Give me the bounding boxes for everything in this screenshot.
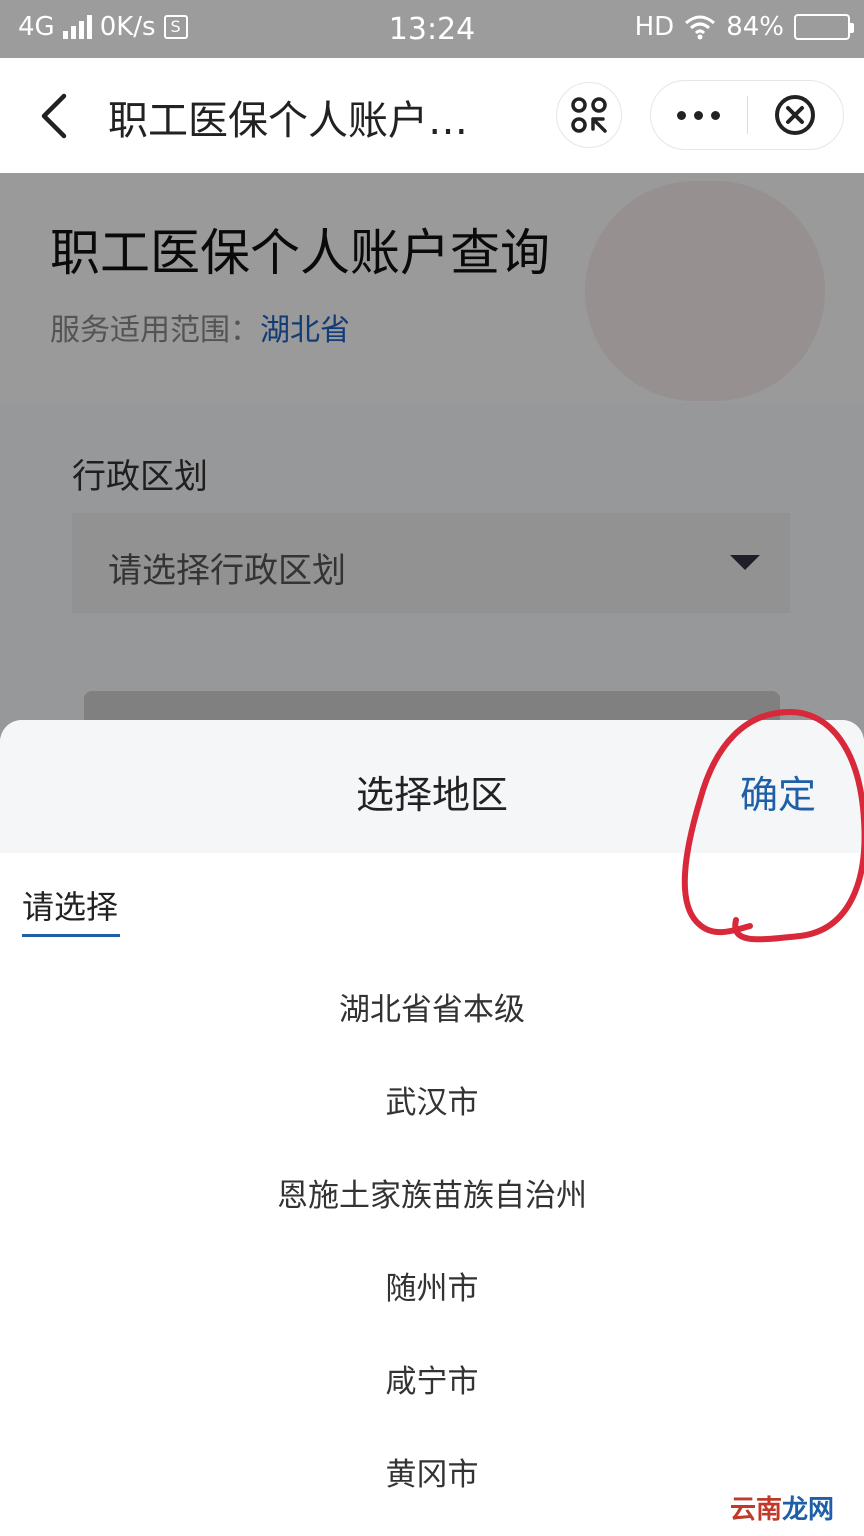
close-button[interactable] <box>748 93 844 137</box>
region-option[interactable]: 武汉市 <box>0 1053 864 1146</box>
region-option[interactable]: 恩施土家族苗族自治州 <box>0 1146 864 1239</box>
more-button[interactable] <box>651 110 747 120</box>
back-arrow-icon[interactable] <box>30 88 80 144</box>
watermark-part2: 龙网 <box>781 1495 834 1525</box>
site-watermark: 云南龙网 <box>730 1489 834 1526</box>
sheet-header: 选择地区 确定 <box>0 720 864 853</box>
close-icon <box>775 95 816 135</box>
region-option-list: 湖北省省本级 武汉市 恩施土家族苗族自治州 随州市 咸宁市 黄冈市 <box>0 960 864 1518</box>
nav-title: 职工医保个人账户… <box>108 98 468 144</box>
hd-label: HD <box>634 12 675 42</box>
mini-program-capsule <box>650 80 844 150</box>
confirm-button[interactable]: 确定 <box>740 764 816 819</box>
sheet-title: 选择地区 <box>355 773 508 817</box>
region-option[interactable]: 咸宁市 <box>0 1332 864 1425</box>
nav-bar: 职工医保个人账户… <box>0 58 864 173</box>
region-option[interactable]: 随州市 <box>0 1239 864 1332</box>
watermark-part1: 云南 <box>729 1495 782 1525</box>
wifi-icon <box>685 15 716 40</box>
status-right: HD 84% <box>634 12 854 42</box>
battery-percent: 84% <box>726 12 784 42</box>
scan-icon <box>571 97 607 133</box>
tab-active-indicator <box>22 934 120 937</box>
region-picker-sheet: 选择地区 确定 请选择 湖北省省本级 武汉市 恩施土家族苗族自治州 随州市 咸宁市 黄冈市 <box>0 720 864 1536</box>
region-option[interactable]: 湖北省省本级 <box>0 960 864 1053</box>
scan-button[interactable] <box>556 82 622 148</box>
status-bar: 4G 0K/s S 13:24 HD 84% <box>0 0 864 58</box>
battery-icon <box>794 14 854 40</box>
tab-please-select[interactable]: 请选择 <box>22 882 118 928</box>
